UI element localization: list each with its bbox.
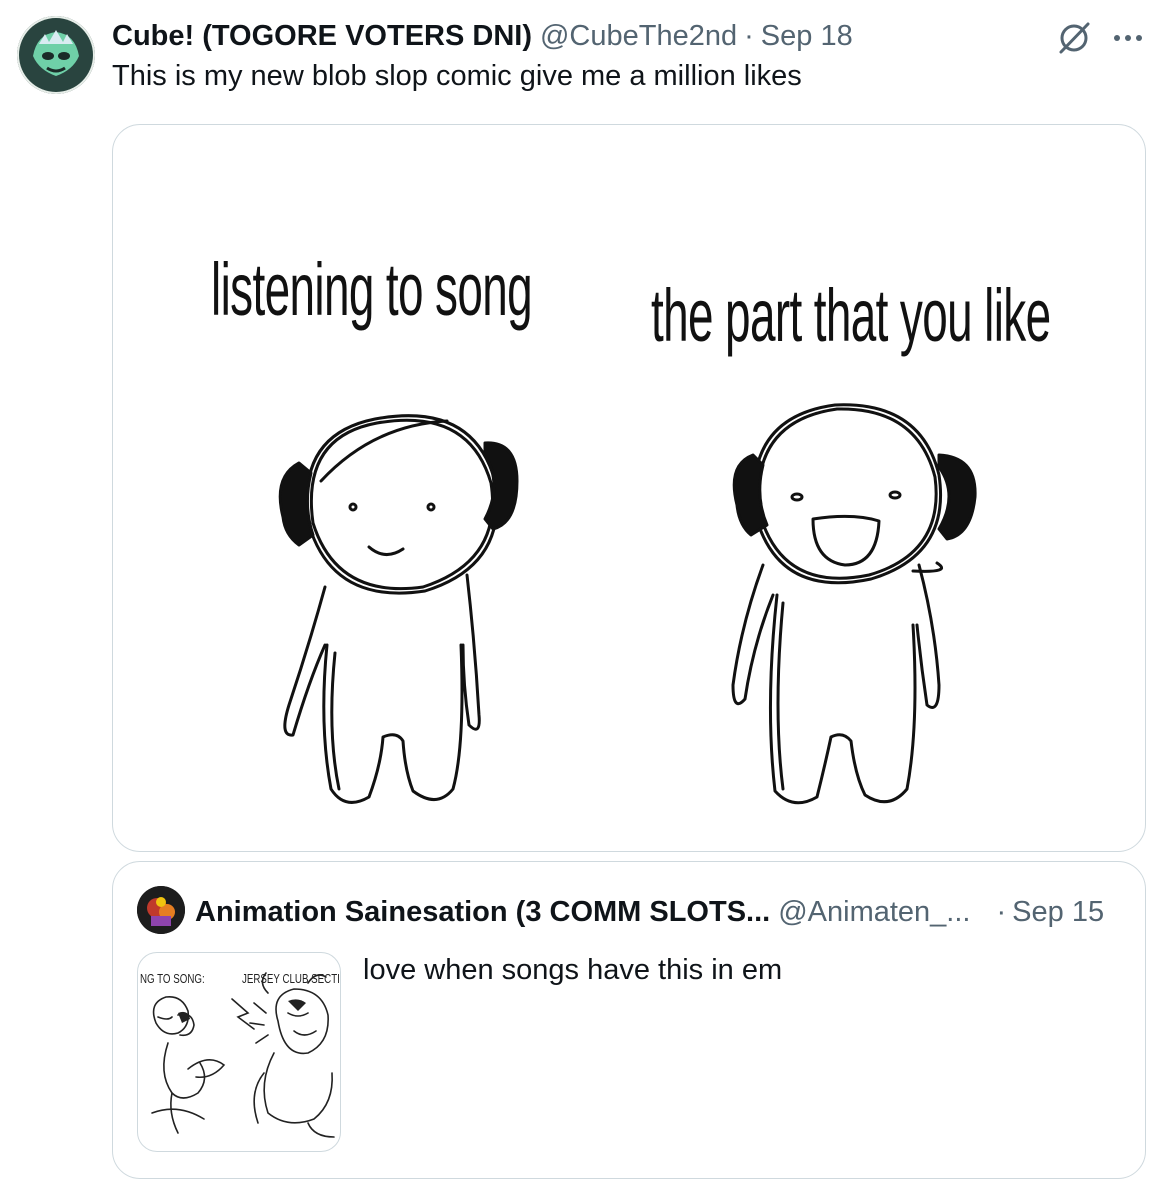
separator-dot: ·	[744, 19, 754, 52]
quoted-author-handle[interactable]: @Animaten_...	[778, 896, 970, 929]
quoted-author-name[interactable]: Animation Sainesation (3 COMM SLOTS...	[195, 896, 770, 929]
comic-drawing	[278, 403, 977, 805]
left-figure	[278, 414, 519, 804]
quoted-tweet-header: Animation Sainesation (3 COMM SLOTS... @…	[195, 890, 1125, 934]
grok-slash-icon[interactable]	[1054, 18, 1094, 58]
more-options-button[interactable]	[1108, 18, 1148, 58]
author-handle[interactable]: @CubeThe2nd	[540, 20, 737, 53]
more-horizontal-icon	[1114, 35, 1142, 41]
thumbnail-drawing	[151, 972, 335, 1138]
tweet-text: This is my new blob slop comic give me a…	[112, 60, 802, 92]
tweet-header: Cube! (TOGORE VOTERS DNI) @CubeThe2nd · …	[112, 16, 853, 56]
quoted-tweet-card[interactable]: Animation Sainesation (3 COMM SLOTS... @…	[112, 861, 1146, 1179]
quoted-tweet-text: love when songs have this in em	[363, 954, 783, 986]
quoted-tweet-thumbnail[interactable]: NG TO SONG: JERSEY CLUB SECTION/V	[137, 952, 341, 1152]
right-figure	[731, 403, 977, 805]
tweet-media-image[interactable]: listening to song the part that you like	[112, 124, 1146, 852]
author-avatar[interactable]	[17, 16, 95, 94]
quoted-author-avatar[interactable]	[137, 886, 185, 934]
author-name[interactable]: Cube! (TOGORE VOTERS DNI)	[112, 20, 532, 53]
tweet-timestamp[interactable]: Sep 18	[761, 20, 853, 53]
quoted-tweet-timestamp[interactable]: Sep 15	[1012, 896, 1104, 929]
quoted-separator-dot: ·	[996, 895, 1007, 928]
